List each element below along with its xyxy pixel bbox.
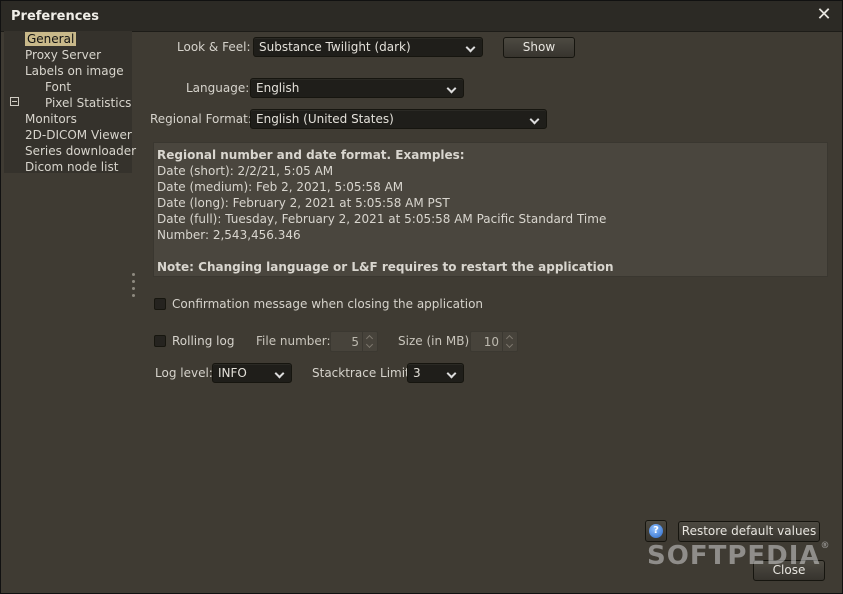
- size-label: Size (in MB):: [398, 334, 474, 348]
- example-date-full: Date (full): Tuesday, February 2, 2021 a…: [157, 212, 607, 226]
- tree-item-monitors[interactable]: Monitors: [25, 111, 77, 127]
- chevron-down-icon: [447, 79, 459, 97]
- tree-item-proxy-server[interactable]: Proxy Server: [25, 47, 101, 63]
- language-label: Language:: [186, 81, 250, 95]
- chevron-down-icon: [530, 110, 542, 128]
- example-date-long: Date (long): February 2, 2021 at 5:05:58…: [157, 196, 450, 210]
- file-number-spinner[interactable]: 5: [330, 331, 378, 352]
- stacktrace-limit-label: Stacktrace Limit:: [312, 366, 414, 380]
- size-value: 10: [483, 335, 499, 349]
- tree-item-label: Dicom node list: [25, 160, 119, 174]
- preferences-window: Preferences ✕ General Proxy Server Label…: [0, 0, 843, 594]
- language-value: English: [256, 81, 300, 95]
- chevron-down-icon: [466, 38, 478, 56]
- tree-item-dicom-node-list[interactable]: Dicom node list: [25, 159, 118, 175]
- rolling-log-label[interactable]: Rolling log: [172, 334, 234, 348]
- spinner-arrows-icon[interactable]: [362, 332, 377, 351]
- spinner-arrows-icon[interactable]: [502, 332, 517, 351]
- restart-note: Note: Changing language or L&F requires …: [157, 260, 614, 274]
- split-pane-divider-grip[interactable]: [132, 273, 136, 305]
- confirm-close-checkbox[interactable]: [154, 298, 166, 310]
- chevron-down-icon: [275, 364, 287, 382]
- language-select[interactable]: English: [250, 78, 464, 98]
- title-bar: Preferences ✕: [1, 1, 842, 32]
- help-button[interactable]: ?: [645, 520, 667, 542]
- restore-defaults-button[interactable]: Restore default values: [678, 521, 820, 542]
- size-spinner[interactable]: 10: [470, 331, 518, 352]
- examples-heading: Regional number and date format. Example…: [157, 148, 465, 162]
- tree-item-label: Series downloader: [25, 144, 137, 158]
- help-icon: ?: [649, 524, 663, 538]
- tree-item-label: Monitors: [25, 112, 77, 126]
- tree-item-label: Proxy Server: [25, 48, 102, 62]
- regional-format-label: Regional Format:: [150, 112, 252, 126]
- tree-item-label: 2D-DICOM Viewer: [25, 128, 132, 142]
- stacktrace-limit-select[interactable]: 3: [407, 363, 464, 383]
- preferences-tree: General Proxy Server Labels on image Fon…: [4, 31, 136, 175]
- log-level-select[interactable]: INFO: [212, 363, 292, 383]
- softpedia-watermark: SOFTPEDIA®: [647, 541, 831, 571]
- tree-item-label: Font: [45, 80, 72, 94]
- tree-item-2d-dicom-viewer[interactable]: 2D-DICOM Viewer: [25, 127, 132, 143]
- example-date-medium: Date (medium): Feb 2, 2021, 5:05:58 AM: [157, 180, 404, 194]
- window-title: Preferences: [11, 9, 99, 24]
- look-feel-value: Substance Twilight (dark): [259, 40, 411, 54]
- log-level-value: INFO: [218, 366, 247, 380]
- tree-item-pixel-statistics[interactable]: Pixel Statistics: [45, 95, 131, 111]
- regional-format-examples-panel: Regional number and date format. Example…: [153, 142, 828, 277]
- tree-item-label: General: [25, 32, 77, 46]
- tree-item-labels-on-image[interactable]: Labels on image: [25, 63, 124, 79]
- tree-item-general[interactable]: General: [25, 31, 77, 47]
- tree-item-series-downloader[interactable]: Series downloader: [25, 143, 136, 159]
- file-number-label: File number:: [256, 334, 331, 348]
- confirm-close-label[interactable]: Confirmation message when closing the ap…: [172, 297, 483, 311]
- rolling-log-checkbox[interactable]: [154, 335, 166, 347]
- regional-format-value: English (United States): [256, 112, 394, 126]
- look-feel-label: Look & Feel:: [177, 40, 251, 54]
- file-number-value: 5: [351, 335, 359, 349]
- log-level-label: Log level:: [155, 366, 213, 380]
- example-number: Number: 2,543,456.346: [157, 228, 301, 242]
- stacktrace-limit-value: 3: [413, 366, 421, 380]
- look-feel-select[interactable]: Substance Twilight (dark): [253, 37, 483, 57]
- tree-item-label: Pixel Statistics: [45, 96, 132, 110]
- tree-item-font[interactable]: Font: [45, 79, 71, 95]
- close-window-icon[interactable]: ✕: [814, 5, 834, 25]
- collapse-toggle-icon[interactable]: [10, 97, 19, 106]
- tree-item-label: Labels on image: [25, 64, 124, 78]
- chevron-down-icon: [447, 364, 459, 382]
- regional-format-select[interactable]: English (United States): [250, 109, 547, 129]
- example-date-short: Date (short): 2/2/21, 5:05 AM: [157, 164, 334, 178]
- show-button[interactable]: Show: [503, 37, 575, 58]
